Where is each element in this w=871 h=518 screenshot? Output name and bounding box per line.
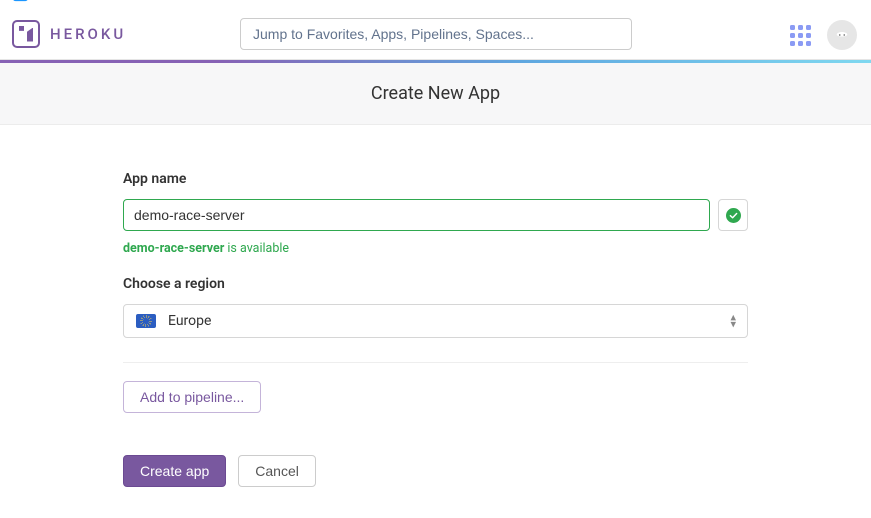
create-app-form: App name demo-race-server is available C… — [123, 171, 748, 487]
check-circle-icon — [726, 208, 741, 223]
platform-label: Salesforce Platform — [36, 0, 142, 2]
search-input[interactable] — [240, 18, 632, 50]
logo[interactable]: HEROKU — [12, 20, 126, 48]
region-label: Choose a region — [123, 276, 748, 292]
avatar[interactable] — [827, 20, 857, 50]
cancel-button[interactable]: Cancel — [238, 455, 316, 487]
cloud-icon — [10, 0, 30, 4]
page-title-bar: Create New App — [0, 63, 871, 125]
app-name-label: App name — [123, 171, 748, 187]
availability-message: demo-race-server is available — [123, 241, 748, 256]
divider — [123, 362, 748, 363]
heroku-logo-icon — [12, 20, 40, 48]
availability-indicator — [718, 199, 748, 231]
brand-text: HEROKU — [50, 25, 126, 43]
select-caret-icon: ▴▾ — [730, 315, 736, 328]
region-select[interactable]: Europe — [123, 304, 748, 338]
page-title: Create New App — [371, 83, 500, 104]
region-value: Europe — [168, 313, 211, 329]
app-launcher-icon[interactable] — [789, 24, 811, 46]
add-to-pipeline-button[interactable]: Add to pipeline... — [123, 381, 261, 413]
platform-strip: Salesforce Platform — [0, 0, 871, 8]
app-name-input[interactable] — [123, 199, 710, 231]
eu-flag-icon — [136, 314, 156, 328]
create-app-button[interactable]: Create app — [123, 455, 226, 487]
header: HEROKU — [0, 8, 871, 60]
ninja-avatar-icon — [833, 26, 851, 44]
